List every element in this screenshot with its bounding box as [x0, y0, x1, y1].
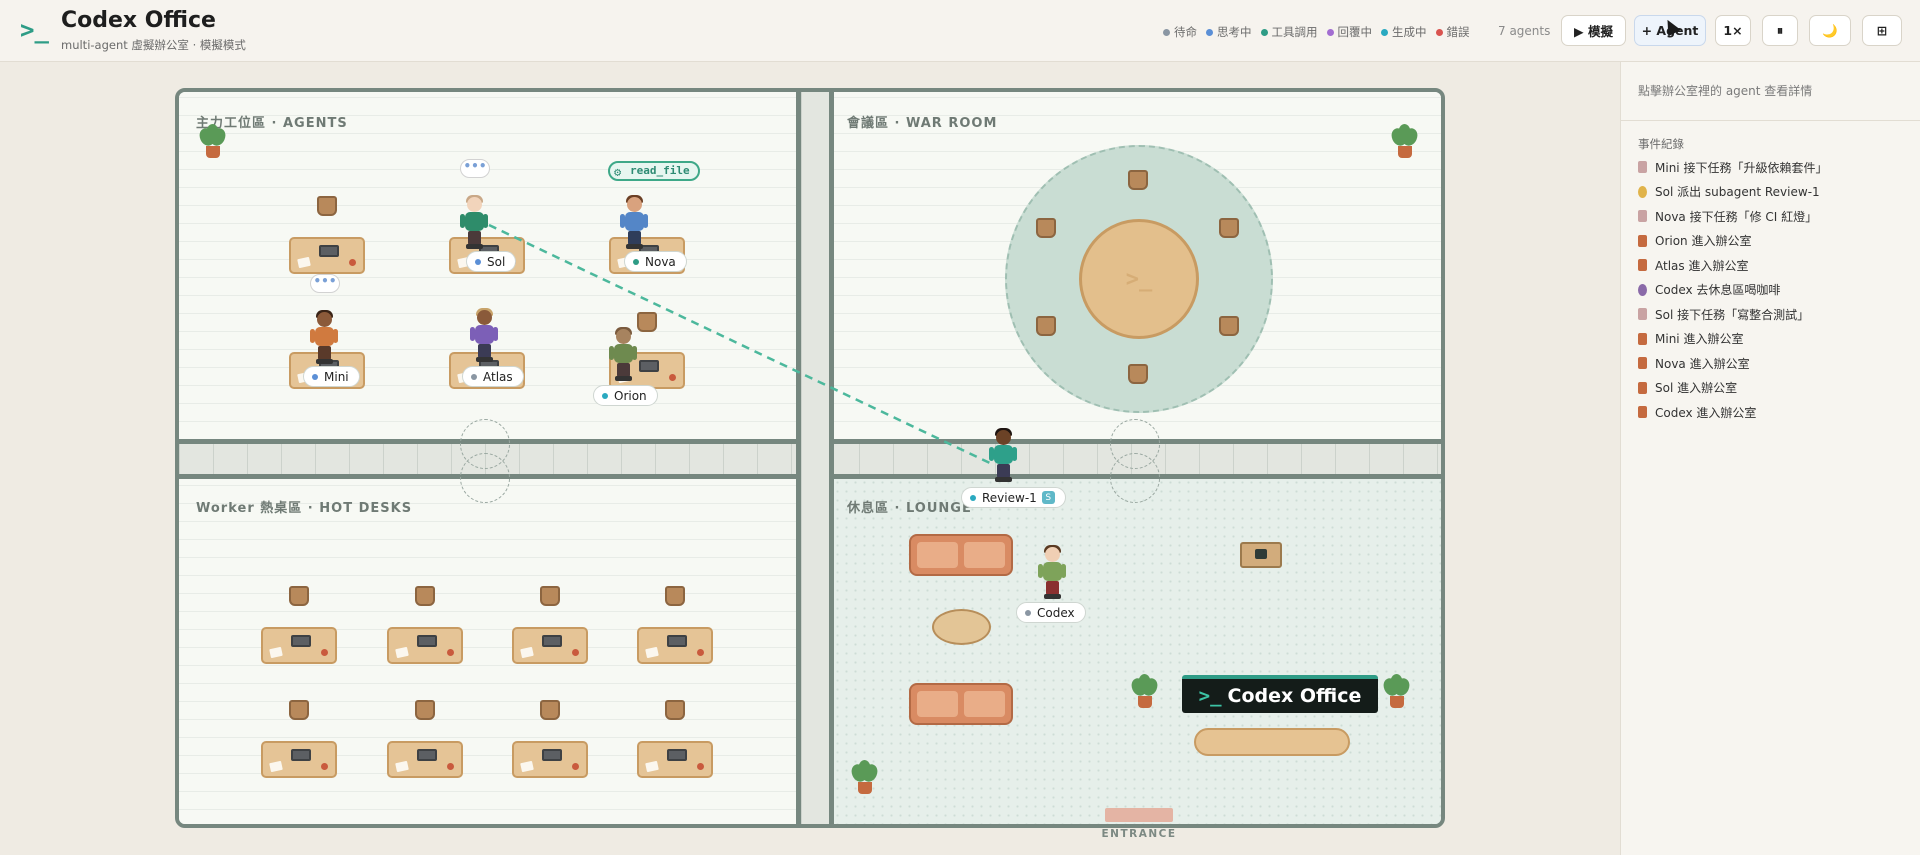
agent-sol[interactable] [459, 195, 489, 251]
clipboard-icon [1638, 161, 1647, 174]
event-log-item: Sol 派出 subagent Review-1 [1638, 180, 1908, 205]
simulate-button[interactable]: ▶ 模擬 [1561, 15, 1626, 46]
agent-count: 7 agents [1498, 24, 1551, 38]
app-title: Codex Office [61, 8, 216, 33]
agent-nova[interactable] [619, 195, 649, 251]
theme-toggle-button[interactable]: 🌙 [1809, 15, 1851, 46]
speed-button[interactable]: 1× [1715, 15, 1751, 46]
status-legend: 待命 思考中 工具調用 回覆中 生成中 錯誤 [1163, 24, 1470, 40]
event-log-title: 事件紀錄 [1638, 137, 1684, 151]
tool-call-badge: ⚙ read_file [608, 161, 700, 181]
clipboard-icon [1638, 210, 1647, 223]
thinking-bubble-mini: ••• [310, 274, 340, 293]
event-log-item: Mini 進入辦公室 [1638, 327, 1908, 352]
thinking-bubble-sol: ••• [460, 159, 490, 178]
agent-tag-nova[interactable]: Nova [624, 251, 687, 272]
legend-generating: 生成中 [1381, 24, 1427, 40]
event-log-item: Codex 進入辦公室 [1638, 400, 1908, 425]
event-log-item: Nova 進入辦公室 [1638, 351, 1908, 376]
agent-codex[interactable] [1037, 545, 1067, 601]
agent-tag-codex[interactable]: Codex [1016, 602, 1086, 623]
agent-orion[interactable] [608, 327, 638, 383]
door-icon [1638, 332, 1647, 345]
legend-idle: 待命 [1163, 24, 1197, 40]
top-bar: >_ Codex Office multi-agent 虛擬辦公室 · 模擬模式… [0, 0, 1920, 62]
event-log-item: Mini 接下任務「升級依賴套件」 [1638, 155, 1908, 180]
door-icon [1638, 381, 1647, 394]
agent-tag-atlas[interactable]: Atlas [462, 366, 524, 387]
pause-button[interactable]: ⏸ [1762, 15, 1798, 46]
legend-thinking: 思考中 [1206, 24, 1252, 40]
side-panel: 點擊辦公室裡的 agent 查看詳情 事件紀錄 Mini 接下任務「升級依賴套件… [1620, 62, 1920, 855]
agent-review-1[interactable] [988, 428, 1018, 484]
agent-tag-review-1[interactable]: Review-1 S [961, 487, 1066, 508]
door-icon [1638, 406, 1647, 419]
legend-error: 錯誤 [1435, 24, 1470, 40]
legend-tool: 工具調用 [1260, 24, 1318, 40]
agent-tag-orion[interactable]: Orion [593, 385, 658, 406]
event-log-item: Sol 進入辦公室 [1638, 376, 1908, 401]
agent-tag-mini[interactable]: Mini [303, 366, 360, 387]
agent-detail-hint: 點擊辦公室裡的 agent 查看詳情 [1638, 84, 1813, 98]
office-floor: 主力工位區 · AGENTS 會議區 · WAR ROOM Worker 熱桌區… [175, 88, 1445, 828]
layout-button[interactable]: ⊞ [1862, 15, 1902, 46]
entrance-label-outside: ENTRANCE [1101, 828, 1177, 840]
agent-atlas[interactable] [469, 308, 499, 364]
app-logo: >_ [20, 16, 49, 44]
agent-mini[interactable] [309, 310, 339, 366]
clipboard-icon [1638, 308, 1647, 321]
event-log-item: Nova 接下任務「修 CI 紅燈」 [1638, 204, 1908, 229]
app-subtitle: multi-agent 虛擬辦公室 · 模擬模式 [61, 38, 246, 52]
agent-tag-sol[interactable]: Sol [466, 251, 517, 272]
coffee-icon [1638, 283, 1647, 296]
event-log: Mini 接下任務「升級依賴套件」 Sol 派出 subagent Review… [1638, 155, 1908, 425]
legend-replying: 回覆中 [1326, 24, 1372, 40]
event-log-item: Sol 接下任務「寫整合測試」 [1638, 302, 1908, 327]
door-icon [1638, 259, 1647, 272]
door-icon [1638, 357, 1647, 370]
event-log-item: Codex 去休息區喝咖啡 [1638, 278, 1908, 303]
event-log-item: Orion 進入辦公室 [1638, 229, 1908, 254]
sparkle-icon [1638, 185, 1647, 198]
subagent-link-line [488, 223, 995, 467]
subagent-badge: S [1041, 491, 1055, 504]
gear-icon: ⚙ [614, 165, 622, 179]
door-icon [1638, 234, 1647, 247]
event-log-item: Atlas 進入辦公室 [1638, 253, 1908, 278]
